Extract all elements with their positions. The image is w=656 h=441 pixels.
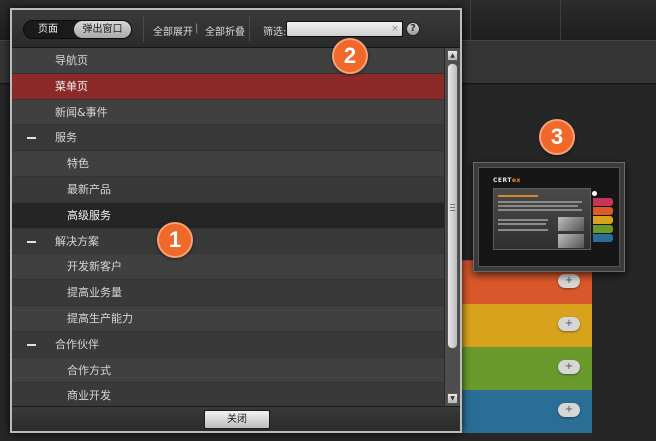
callout-1: 1 [157, 222, 193, 258]
thumbnail-logo: CERTex [493, 177, 521, 184]
tree-row[interactable]: 导航页 [12, 48, 444, 74]
tree-row[interactable]: 新闻&事件 [12, 99, 444, 126]
scrollbar-grip [450, 204, 455, 205]
topbar-divider [470, 0, 471, 40]
tree-row[interactable]: 开发新客户 [12, 254, 444, 281]
band-add-button[interactable]: + [558, 317, 580, 331]
thumbnail-text-line [498, 201, 582, 203]
thumbnail-text-line [498, 229, 548, 231]
band-add-button[interactable]: + [558, 274, 580, 288]
thumbnail-heading [498, 195, 538, 197]
tab-popups[interactable]: 弹出窗口 [74, 21, 131, 38]
scrollbar-thumb[interactable] [447, 63, 458, 349]
tree-row[interactable]: 解决方案 [12, 228, 444, 255]
tree-row-label: 新闻&事件 [55, 105, 108, 119]
tree-row[interactable]: 合作伙伴 [12, 331, 444, 358]
tree-row[interactable]: 最新产品 [12, 176, 444, 203]
tree-row[interactable]: 商业开发 [12, 383, 444, 406]
filter-input[interactable] [286, 21, 403, 37]
collapse-icon[interactable] [27, 240, 36, 243]
tree-row[interactable]: 服务 [12, 125, 444, 152]
thumbnail-tab [593, 216, 613, 224]
page-thumbnail[interactable]: CERTex [473, 162, 625, 272]
tree-row-label: 提高业务量 [67, 286, 122, 300]
callout-2: 2 [332, 38, 368, 74]
collapse-all-link[interactable]: 全部折叠 [205, 23, 245, 38]
close-button[interactable]: 关闭 [204, 410, 270, 429]
collapse-icon[interactable] [27, 343, 36, 346]
tree-row-label: 合作伙伴 [55, 337, 99, 351]
color-band-yellow: + [460, 304, 592, 347]
tree-row-label: 高级服务 [67, 208, 111, 222]
tree-scrollbar[interactable]: ▲ ▼ [444, 48, 460, 406]
dialog-toolbar: 页面 弹出窗口 全部展开 | 全部折叠 筛选: × ? [12, 10, 460, 48]
toolbar-separator: | [195, 23, 199, 34]
clear-icon[interactable]: × [389, 23, 401, 35]
tree-row-label: 商业开发 [67, 389, 111, 403]
tree-row[interactable]: 菜单页 [12, 73, 444, 100]
filter-label: 筛选: [263, 27, 287, 38]
tree-row-label: 特色 [67, 157, 89, 171]
tree-row[interactable]: 特色 [12, 151, 444, 177]
thumbnail-tab [593, 225, 613, 233]
tree-row-label: 菜单页 [55, 79, 88, 93]
tree-row[interactable]: 高级服务 [12, 202, 444, 229]
thumbnail-text-line [498, 219, 548, 221]
tree-row-label: 服务 [55, 131, 77, 145]
tree-row[interactable]: 合作方式 [12, 357, 444, 384]
band-add-button[interactable]: + [558, 403, 580, 417]
tree-row-label: 解决方案 [55, 234, 99, 248]
tree-row[interactable]: 提高生产能力 [12, 305, 444, 332]
topbar-divider [560, 0, 561, 40]
page-tree: 导航页菜单页新闻&事件服务特色最新产品高级服务解决方案开发新客户提高业务量提高生… [12, 48, 444, 406]
view-toggle: 页面 弹出窗口 [23, 20, 132, 39]
collapse-icon[interactable] [27, 137, 36, 140]
thumbnail-tab [593, 207, 613, 215]
tree-row-label: 开发新客户 [67, 260, 122, 274]
tree-row-label: 最新产品 [67, 182, 111, 196]
tree-row-label: 提高生产能力 [67, 311, 133, 325]
callout-3: 3 [539, 119, 575, 155]
scroll-up-icon[interactable]: ▲ [447, 50, 458, 61]
scrollbar-grip [450, 207, 455, 208]
thumbnail-canvas: CERTex [478, 167, 620, 267]
thumbnail-panel [493, 188, 591, 250]
thumbnail-close-dot [592, 191, 597, 196]
toolbar-divider [249, 16, 250, 42]
thumbnail-image [558, 217, 584, 231]
help-icon[interactable]: ? [406, 22, 420, 36]
scroll-down-icon[interactable]: ▼ [447, 393, 458, 404]
tree-row-label: 合作方式 [67, 363, 111, 377]
tab-pages[interactable]: 页面 [24, 21, 72, 38]
expand-all-link[interactable]: 全部展开 [153, 23, 193, 38]
thumbnail-image [558, 234, 584, 248]
dialog-footer: 关闭 [12, 406, 460, 431]
color-band-green: + [460, 347, 592, 390]
tree-row-label: 导航页 [55, 54, 88, 67]
thumbnail-tab [593, 234, 613, 242]
color-band-blue: + [460, 390, 592, 433]
tree-row[interactable]: 提高业务量 [12, 280, 444, 306]
toolbar-divider [143, 16, 144, 42]
scrollbar-grip [450, 210, 455, 211]
thumbnail-text-line [498, 209, 582, 211]
thumbnail-tab [593, 198, 613, 206]
band-add-button[interactable]: + [558, 360, 580, 374]
thumbnail-text-line [498, 205, 578, 207]
page-navigator-dialog: 页面 弹出窗口 全部展开 | 全部折叠 筛选: × ? 导航页菜单页新闻&事件服… [10, 8, 462, 433]
thumbnail-text-line [498, 223, 546, 225]
